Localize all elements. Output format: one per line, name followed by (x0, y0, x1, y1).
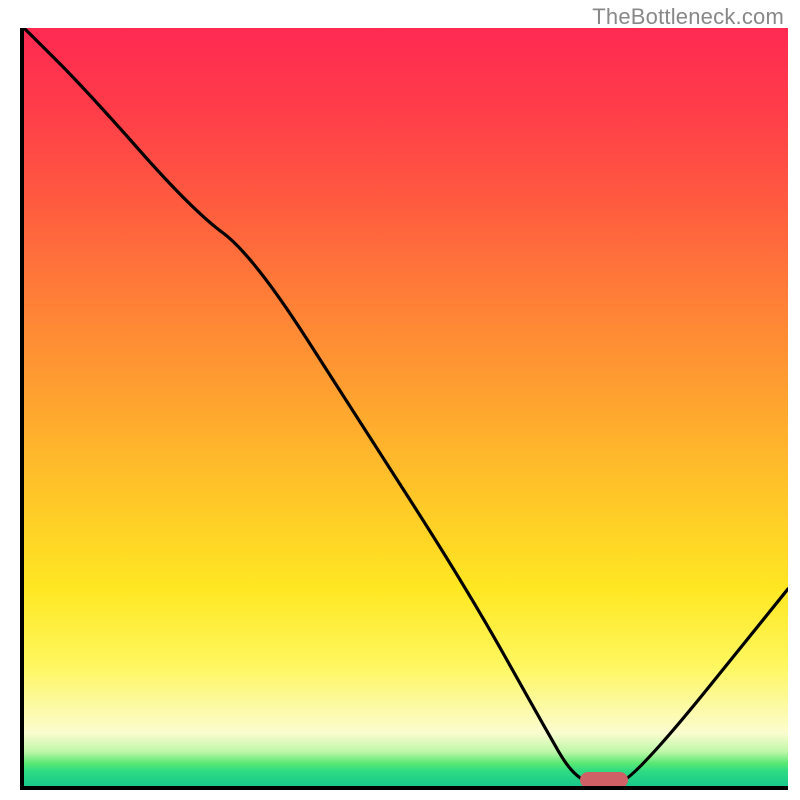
optimum-marker (580, 772, 628, 788)
bottleneck-curve (24, 28, 788, 786)
watermark-text: TheBottleneck.com (592, 4, 784, 30)
plot-area (20, 28, 788, 790)
chart-stage: TheBottleneck.com (0, 0, 800, 800)
